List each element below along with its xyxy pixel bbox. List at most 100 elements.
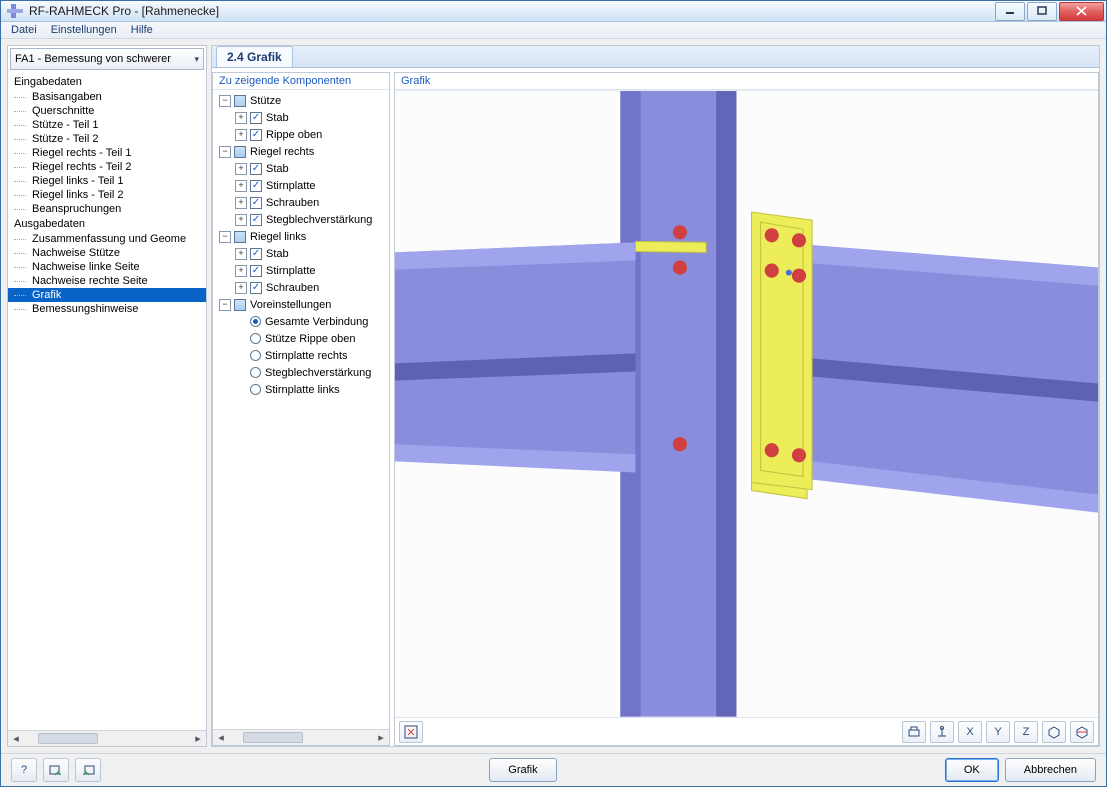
- tree-row[interactable]: −Stütze: [215, 92, 387, 109]
- checkbox[interactable]: ✓: [250, 163, 262, 175]
- tree-row[interactable]: Stegblechverstärkung: [215, 364, 387, 381]
- expand-icon[interactable]: +: [235, 129, 247, 141]
- nav-item[interactable]: Nachweise linke Seite: [8, 260, 206, 274]
- components-panel: Zu zeigende Komponenten −Stütze+✓Stab+✓R…: [212, 72, 390, 746]
- tree-row[interactable]: +✓Stegblechverstärkung: [215, 211, 387, 228]
- nav-group: Eingabedaten: [8, 74, 206, 90]
- checkbox[interactable]: ✓: [250, 282, 262, 294]
- anchor-icon[interactable]: [930, 721, 954, 743]
- tree-row[interactable]: +✓Schrauben: [215, 279, 387, 296]
- collapse-icon[interactable]: −: [219, 231, 231, 243]
- checkbox[interactable]: ✓: [250, 180, 262, 192]
- tree-row[interactable]: +✓Rippe oben: [215, 126, 387, 143]
- nav-item[interactable]: Stütze - Teil 2: [8, 132, 206, 146]
- menu-einstellungen[interactable]: Einstellungen: [51, 24, 117, 36]
- checkbox[interactable]: ✓: [250, 112, 262, 124]
- grafik-panel-title: Grafik: [395, 73, 1098, 90]
- tab-grafik[interactable]: 2.4 Grafik: [216, 46, 293, 67]
- print-icon[interactable]: [902, 721, 926, 743]
- nav-item[interactable]: Riegel rechts - Teil 1: [8, 146, 206, 160]
- expand-icon[interactable]: +: [235, 180, 247, 192]
- help-button[interactable]: ?: [11, 758, 37, 782]
- nav-item[interactable]: Bemessungshinweise: [8, 302, 206, 316]
- nav-item[interactable]: Riegel rechts - Teil 2: [8, 160, 206, 174]
- components-scrollbar[interactable]: ◂▸: [213, 729, 389, 745]
- titlebar: RF-RAHMECK Pro - [Rahmenecke]: [1, 1, 1106, 22]
- nav-item[interactable]: Nachweise rechte Seite: [8, 274, 206, 288]
- grafik-button[interactable]: Grafik: [489, 758, 556, 782]
- tree-row[interactable]: − Riegel rechts: [215, 143, 387, 160]
- cancel-button[interactable]: Abbrechen: [1005, 758, 1096, 782]
- checkbox[interactable]: [234, 231, 246, 243]
- tree-row[interactable]: Stirnplatte links: [215, 381, 387, 398]
- minimize-button[interactable]: [995, 2, 1025, 21]
- nav-item[interactable]: Basisangaben: [8, 90, 206, 104]
- menu-hilfe[interactable]: Hilfe: [131, 24, 153, 36]
- collapse-icon[interactable]: −: [219, 95, 231, 107]
- nav-item[interactable]: Grafik: [8, 288, 206, 302]
- grafik-viewport[interactable]: [395, 90, 1098, 717]
- tree-label: Riegel rechts: [250, 146, 314, 158]
- expand-icon[interactable]: +: [235, 282, 247, 294]
- nav-tree: EingabedatenBasisangabenQuerschnitteStüt…: [8, 72, 206, 730]
- export-button[interactable]: [75, 758, 101, 782]
- tree-row[interactable]: +✓Stirnplatte: [215, 177, 387, 194]
- collapse-icon[interactable]: −: [219, 299, 231, 311]
- tree-row[interactable]: +✓ Stirnplatte: [215, 262, 387, 279]
- close-button[interactable]: [1059, 2, 1104, 21]
- checkbox[interactable]: ✓: [250, 197, 262, 209]
- tree-row[interactable]: +✓ Schrauben: [215, 194, 387, 211]
- layers-icon[interactable]: [1070, 721, 1094, 743]
- viewport-tool-left[interactable]: [399, 721, 423, 743]
- expand-icon[interactable]: +: [235, 214, 247, 226]
- radio[interactable]: [250, 316, 261, 327]
- case-selector[interactable]: FA1 - Bemessung von schwerer: [10, 48, 204, 70]
- checkbox[interactable]: [234, 95, 246, 107]
- nav-item[interactable]: Zusammenfassung und Geome: [8, 232, 206, 246]
- iso-icon[interactable]: [1042, 721, 1066, 743]
- radio[interactable]: [250, 333, 261, 344]
- radio[interactable]: [250, 367, 261, 378]
- tree-row[interactable]: Stirnplatte rechts: [215, 347, 387, 364]
- bottom-bar: ? Grafik OK Abbrechen: [1, 753, 1106, 786]
- checkbox[interactable]: [234, 299, 246, 311]
- nav-item[interactable]: Riegel links - Teil 1: [8, 174, 206, 188]
- tree-label: Stirnplatte: [266, 265, 316, 277]
- nav-item[interactable]: Querschnitte: [8, 104, 206, 118]
- x-axis-icon[interactable]: X: [958, 721, 982, 743]
- tree-row[interactable]: +✓Stab: [215, 245, 387, 262]
- ok-button[interactable]: OK: [945, 758, 999, 782]
- expand-icon[interactable]: +: [235, 163, 247, 175]
- expand-icon[interactable]: +: [235, 265, 247, 277]
- nav-item[interactable]: Beanspruchungen: [8, 202, 206, 216]
- tree-row[interactable]: −Riegel links: [215, 228, 387, 245]
- radio[interactable]: [250, 384, 261, 395]
- tree-label: Stab: [266, 112, 289, 124]
- import-button[interactable]: [43, 758, 69, 782]
- checkbox[interactable]: [234, 146, 246, 158]
- tree-row[interactable]: −Voreinstellungen: [215, 296, 387, 313]
- nav-item[interactable]: Nachweise Stütze: [8, 246, 206, 260]
- y-axis-icon[interactable]: Y: [986, 721, 1010, 743]
- expand-icon[interactable]: +: [235, 112, 247, 124]
- main-column: 2.4 Grafik Zu zeigende Komponenten −Stüt…: [211, 45, 1100, 747]
- tree-row[interactable]: +✓Stab: [215, 160, 387, 177]
- nav-item[interactable]: Stütze - Teil 1: [8, 118, 206, 132]
- nav-item[interactable]: Riegel links - Teil 2: [8, 188, 206, 202]
- checkbox[interactable]: ✓: [250, 248, 262, 260]
- menu-datei[interactable]: Datei: [11, 24, 37, 36]
- collapse-icon[interactable]: −: [219, 146, 231, 158]
- tree-label: Schrauben: [266, 197, 319, 209]
- tree-row[interactable]: +✓ Stab: [215, 109, 387, 126]
- z-axis-icon[interactable]: Z: [1014, 721, 1038, 743]
- tree-row[interactable]: Stütze Rippe oben: [215, 330, 387, 347]
- maximize-button[interactable]: [1027, 2, 1057, 21]
- radio[interactable]: [250, 350, 261, 361]
- tree-row[interactable]: Gesamte Verbindung: [215, 313, 387, 330]
- checkbox[interactable]: ✓: [250, 265, 262, 277]
- expand-icon[interactable]: +: [235, 248, 247, 260]
- checkbox[interactable]: ✓: [250, 129, 262, 141]
- expand-icon[interactable]: +: [235, 197, 247, 209]
- checkbox[interactable]: ✓: [250, 214, 262, 226]
- nav-scrollbar[interactable]: ◂▸: [8, 730, 206, 746]
